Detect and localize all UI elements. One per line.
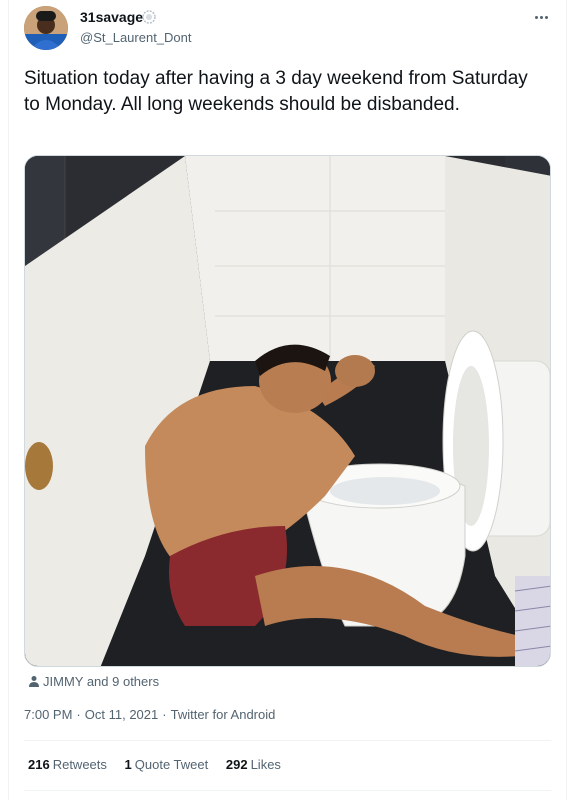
page-border-right [566, 0, 567, 800]
tweet-date[interactable]: Oct 11, 2021 [85, 707, 158, 722]
display-name[interactable]: 31savage [80, 9, 143, 25]
quotes-label: Quote Tweet [134, 757, 209, 772]
engagement-stats: 216 Retweets 1 Quote Tweet 292 Likes [28, 757, 295, 772]
likes-label: Likes [250, 757, 281, 772]
tweet-timestamp[interactable]: 7:00 PM · Oct 11, 2021 · Twitter for Android [24, 707, 275, 722]
username[interactable]: @St_Laurent_Dont [80, 30, 192, 45]
quotes-count: 1 [124, 757, 132, 772]
liked-by-row[interactable]: JIMMY and 9 others [28, 674, 159, 689]
badge-icon [142, 10, 156, 24]
likes-count: 292 [225, 757, 248, 772]
person-icon [29, 676, 39, 687]
retweets-count: 216 [28, 757, 50, 772]
divider [24, 790, 551, 791]
tweet-text: Situation today after having a 3 day wee… [24, 68, 528, 115]
more-options-icon[interactable] [530, 8, 554, 26]
tweet-photo[interactable] [24, 155, 551, 667]
separator: · [162, 707, 167, 722]
retweets-label: Retweets [52, 757, 107, 772]
tweet-time[interactable]: 7:00 PM [24, 707, 72, 722]
separator: · [76, 707, 81, 722]
divider [24, 740, 551, 741]
page-border-left [8, 0, 9, 800]
liked-by-text: JIMMY and 9 others [43, 674, 160, 689]
likes-stat[interactable]: 292 Likes [226, 757, 281, 772]
tweet-source[interactable]: Twitter for Android [171, 707, 276, 722]
avatar[interactable] [24, 6, 68, 50]
quote-tweets-stat[interactable]: 1 Quote Tweet [125, 757, 209, 772]
retweets-stat[interactable]: 216 Retweets [28, 757, 107, 772]
